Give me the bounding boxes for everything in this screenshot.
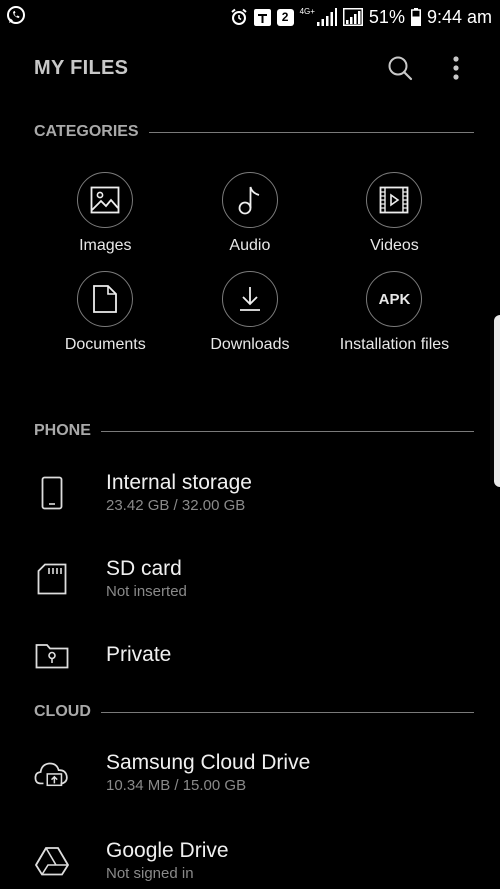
apk-icon: APK	[366, 271, 423, 327]
storage-internal[interactable]: Internal storage 23.42 GB / 32.00 GB	[0, 458, 500, 528]
category-label: Documents	[64, 336, 146, 353]
video-icon	[366, 172, 423, 228]
sd-card-icon	[34, 559, 70, 599]
divider	[100, 430, 474, 432]
search-button[interactable]	[386, 54, 414, 82]
storage-title: Internal storage	[106, 471, 252, 494]
storage-usage: 23.42 GB / 32.00 GB	[106, 497, 246, 514]
categories-header-label: CATEGORIES	[34, 123, 139, 140]
image-icon	[77, 172, 134, 228]
page-title: MY FILES	[34, 56, 129, 79]
cloud-usage: 10.34 MB / 15.00 GB	[106, 777, 247, 794]
private-folder-icon	[34, 635, 70, 675]
category-documents[interactable]: Documents	[33, 271, 178, 354]
more-options-button[interactable]	[442, 54, 470, 82]
category-label: Installation files	[339, 336, 450, 353]
divider	[100, 711, 474, 713]
category-images[interactable]: Images	[33, 172, 178, 255]
my-files-screen: 2 4G+ 51% 9:44 am MY FILES CATEGORIES Im…	[0, 0, 500, 889]
divider	[148, 131, 474, 133]
document-icon	[77, 271, 134, 327]
storage-private[interactable]: Private	[0, 620, 500, 690]
phone-icon	[34, 473, 70, 513]
category-audio[interactable]: Audio	[178, 172, 323, 255]
cloud-title: Google Drive	[106, 839, 229, 862]
categories-section-header: CATEGORIES	[34, 121, 474, 143]
cloud-status: Not signed in	[106, 865, 194, 882]
category-label: Images	[79, 237, 132, 254]
storage-sd-card[interactable]: SD card Not inserted	[0, 544, 500, 614]
category-label: Audio	[229, 237, 271, 254]
category-installation-files[interactable]: APK Installation files	[322, 271, 467, 354]
cloud-section-header: CLOUD	[34, 701, 474, 723]
cloud-header-label: CLOUD	[34, 703, 91, 720]
phone-section-header: PHONE	[34, 420, 474, 442]
category-label: Videos	[370, 237, 419, 254]
alarm-icon	[230, 8, 248, 26]
notification-badge: 2	[276, 8, 294, 26]
phone-header-label: PHONE	[34, 422, 91, 439]
storage-title: Private	[106, 643, 172, 666]
app-bar: MY FILES	[0, 42, 500, 94]
status-bar: 2 4G+ 51% 9:44 am	[0, 0, 500, 34]
edge-panel-handle[interactable]	[494, 315, 500, 487]
more-vert-icon	[453, 56, 459, 80]
categories-grid: Images Audio Videos Documents Downloads …	[33, 172, 467, 354]
music-note-icon	[221, 172, 278, 228]
signal-strength-icon	[342, 8, 363, 26]
calendar-icon	[253, 8, 271, 26]
apk-icon-text: APK	[378, 290, 411, 308]
search-icon	[388, 56, 413, 81]
storage-title: SD card	[106, 557, 182, 580]
clock: 9:44 am	[426, 6, 492, 27]
category-label: Downloads	[210, 336, 290, 353]
whatsapp-icon	[6, 5, 26, 30]
cloud-title: Samsung Cloud Drive	[106, 751, 311, 774]
cloud-samsung-drive[interactable]: Samsung Cloud Drive 10.34 MB / 15.00 GB	[0, 738, 500, 808]
google-drive-icon	[34, 841, 70, 881]
network-type-label: 4G+	[299, 7, 315, 16]
category-videos[interactable]: Videos	[322, 172, 467, 255]
download-icon	[221, 271, 278, 327]
cloud-google-drive[interactable]: Google Drive Not signed in	[0, 826, 500, 889]
battery-percent: 51%	[368, 6, 405, 27]
cloud-icon	[34, 753, 70, 793]
storage-status: Not inserted	[106, 583, 187, 600]
wifi-calling-signal-icon	[316, 8, 337, 26]
battery-icon	[410, 8, 421, 26]
category-downloads[interactable]: Downloads	[178, 271, 323, 354]
